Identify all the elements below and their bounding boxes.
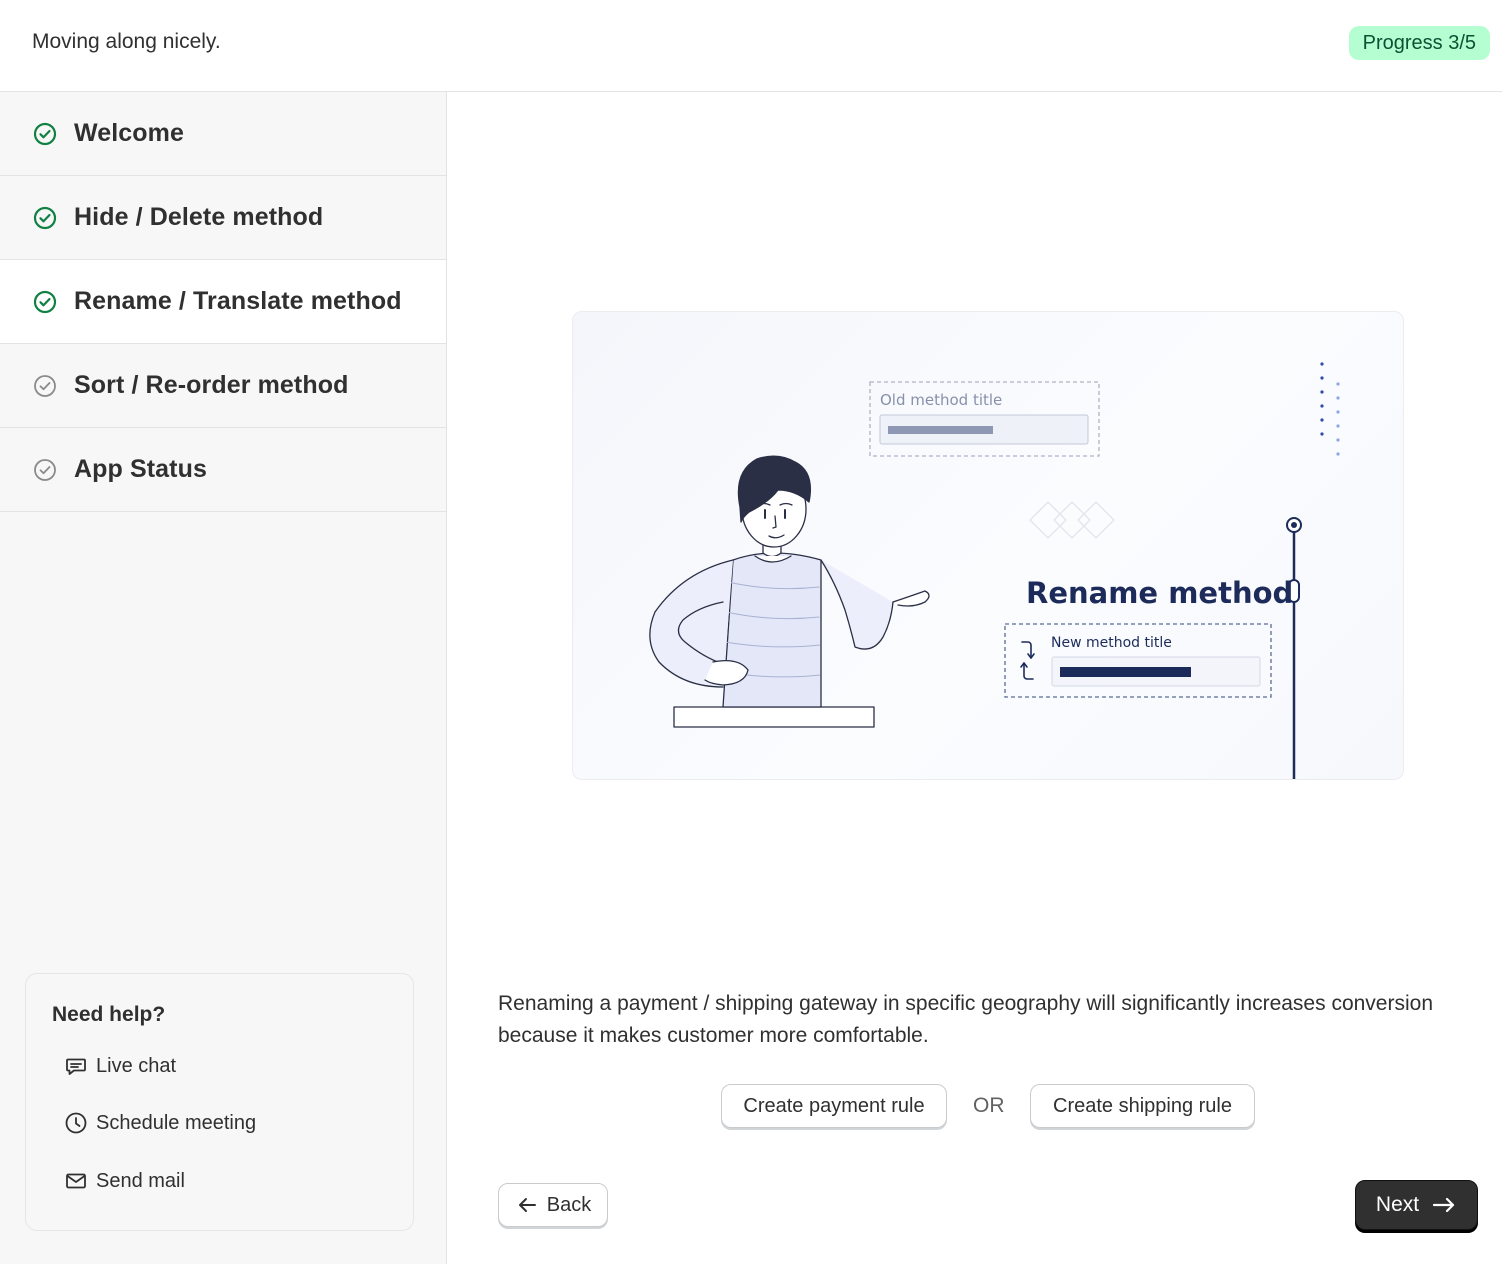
back-button[interactable]: Back	[498, 1183, 608, 1227]
header: Moving along nicely. Progress 3/5	[0, 0, 1502, 92]
check-circle-outline-icon	[33, 458, 57, 482]
create-payment-rule-button[interactable]: Create payment rule	[721, 1084, 947, 1128]
mail-icon	[64, 1169, 88, 1193]
step-welcome[interactable]: Welcome	[0, 92, 446, 176]
arrow-left-icon	[515, 1193, 539, 1217]
live-chat-label: Live chat	[96, 1054, 177, 1077]
description-text: Renaming a payment / shipping gateway in…	[498, 992, 1433, 1047]
step-app-status[interactable]: App Status	[0, 428, 446, 512]
step-label: Sort / Re-order method	[74, 371, 349, 399]
next-label: Next	[1375, 1193, 1420, 1216]
next-button[interactable]: Next	[1355, 1180, 1478, 1230]
step-rename-translate[interactable]: Rename / Translate method	[0, 260, 446, 344]
step-label: App Status	[74, 455, 207, 483]
sidebar: Welcome Hide / Delete method Rename / Tr…	[0, 92, 447, 1264]
help-title: Need help?	[52, 1003, 166, 1026]
step-label: Welcome	[74, 119, 185, 147]
send-mail-link[interactable]: Send mail	[64, 1169, 185, 1193]
schedule-meeting-label: Schedule meeting	[96, 1111, 257, 1134]
send-mail-label: Send mail	[96, 1169, 185, 1192]
check-circle-icon	[33, 206, 57, 230]
page-title: Moving along nicely.	[32, 30, 221, 53]
progress-badge: Progress 3/5	[1348, 26, 1490, 60]
chat-icon	[64, 1054, 88, 1078]
step-sort-reorder[interactable]: Sort / Re-order method	[0, 344, 446, 428]
clock-icon	[64, 1111, 88, 1135]
help-card: Need help? Live chat Schedule meeting Se…	[25, 973, 414, 1231]
check-circle-icon	[33, 290, 57, 314]
schedule-meeting-link[interactable]: Schedule meeting	[64, 1111, 256, 1135]
step-hide-delete[interactable]: Hide / Delete method	[0, 176, 446, 260]
step-label: Hide / Delete method	[74, 203, 324, 231]
illustration-heading: Rename method	[1026, 576, 1293, 610]
old-field-label: Old method title	[880, 391, 1002, 409]
back-label: Back	[546, 1193, 592, 1216]
or-separator: OR	[973, 1094, 1005, 1117]
arrow-right-icon	[1431, 1193, 1457, 1217]
step-label: Rename / Translate method	[74, 287, 402, 315]
check-circle-outline-icon	[33, 374, 57, 398]
live-chat-link[interactable]: Live chat	[64, 1054, 176, 1078]
create-shipping-rule-button[interactable]: Create shipping rule	[1030, 1084, 1255, 1128]
check-circle-icon	[33, 122, 57, 146]
new-field-label: New method title	[1051, 635, 1172, 651]
rename-illustration: Old method title Rename method New metho…	[572, 311, 1404, 780]
illustration-graphic: Old method title Rename method New metho…	[649, 362, 1340, 779]
